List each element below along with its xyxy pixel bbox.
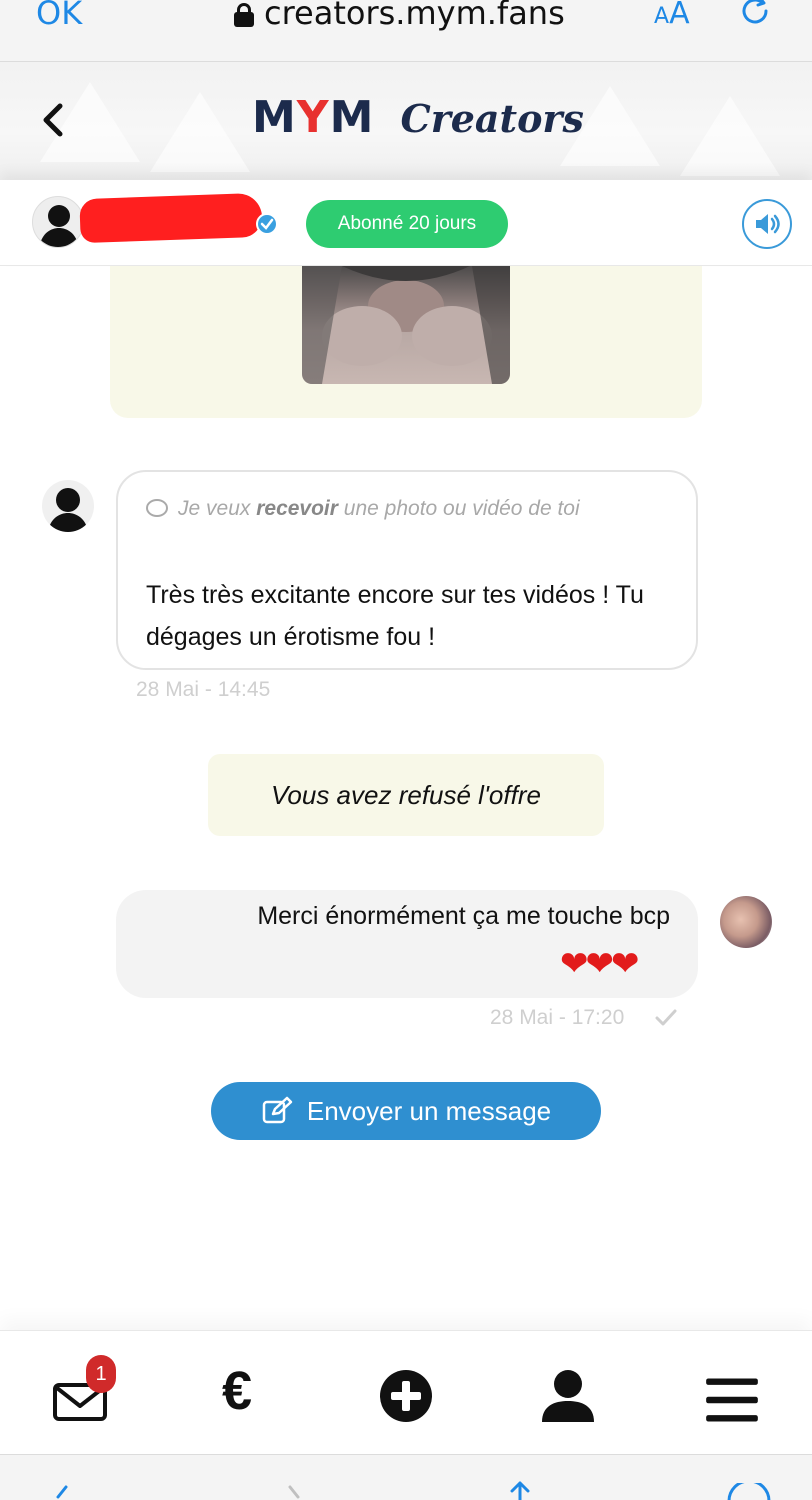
incoming-message-time: 28 Mai - 14:45 xyxy=(136,678,271,701)
read-check-icon xyxy=(655,1009,677,1026)
euro-icon[interactable]: € xyxy=(222,1360,252,1422)
contact-avatar[interactable] xyxy=(32,196,84,248)
mym-creators-logo: MYM Creators xyxy=(252,92,584,143)
done-button[interactable]: OK xyxy=(36,0,82,32)
outgoing-message-text: Merci énormément ça me touche bcp xyxy=(257,902,670,930)
offer-refused-notice: Vous avez refusé l'offre xyxy=(208,754,604,836)
logo-creators-text: Creators xyxy=(400,96,584,141)
redacted-name xyxy=(79,192,263,244)
url-text: creators.mym.fans xyxy=(264,0,565,32)
sender-avatar[interactable] xyxy=(42,480,94,532)
compass-icon[interactable] xyxy=(726,1483,772,1500)
app-header: MYM Creators xyxy=(0,62,812,180)
send-message-button[interactable]: Envoyer un message xyxy=(211,1082,601,1140)
speaker-icon xyxy=(756,214,780,234)
text-size-button[interactable]: AA xyxy=(654,0,690,31)
url-bar[interactable]: creators.mym.fans xyxy=(234,0,565,32)
mail-unread-badge: 1 xyxy=(86,1355,116,1393)
add-circle-icon[interactable] xyxy=(378,1366,434,1426)
request-prefix: Je veux xyxy=(178,497,257,520)
browser-top-bar: OK creators.mym.fans AA xyxy=(0,0,812,62)
subscription-badge: Abonné 20 jours xyxy=(306,200,508,248)
text-size-small-glyph: A xyxy=(654,4,670,29)
logo-mym-text: MYM xyxy=(252,92,375,143)
speech-bubble-icon xyxy=(146,499,168,517)
menu-icon[interactable] xyxy=(704,1370,760,1430)
outgoing-message-time: 28 Mai - 17:20 xyxy=(490,1006,625,1029)
edit-icon xyxy=(262,1096,293,1124)
lock-icon xyxy=(234,1,254,27)
back-chevron-icon[interactable] xyxy=(36,100,72,140)
media-thumbnail[interactable] xyxy=(302,266,510,384)
sound-toggle-button[interactable] xyxy=(742,199,792,249)
back-arrow-icon[interactable] xyxy=(46,1485,76,1500)
verified-icon xyxy=(256,213,278,235)
hearts-emoji: ❤❤❤ xyxy=(560,944,639,984)
profile-icon[interactable] xyxy=(540,1366,596,1426)
forward-arrow-icon[interactable] xyxy=(280,1485,310,1500)
incoming-message-text: Très très excitante encore sur tes vidéo… xyxy=(146,581,644,651)
reload-icon[interactable] xyxy=(738,0,772,28)
request-suffix: une photo ou vidéo de toi xyxy=(337,497,580,520)
browser-bottom-bar xyxy=(0,1454,812,1500)
request-line: Je veux recevoir une photo ou vidéo de t… xyxy=(146,488,666,530)
share-icon[interactable] xyxy=(500,1481,540,1500)
own-avatar[interactable] xyxy=(720,896,772,948)
send-message-label: Envoyer un message xyxy=(306,1095,552,1126)
text-size-big-glyph: A xyxy=(669,0,690,31)
request-bold: recevoir xyxy=(256,497,338,520)
